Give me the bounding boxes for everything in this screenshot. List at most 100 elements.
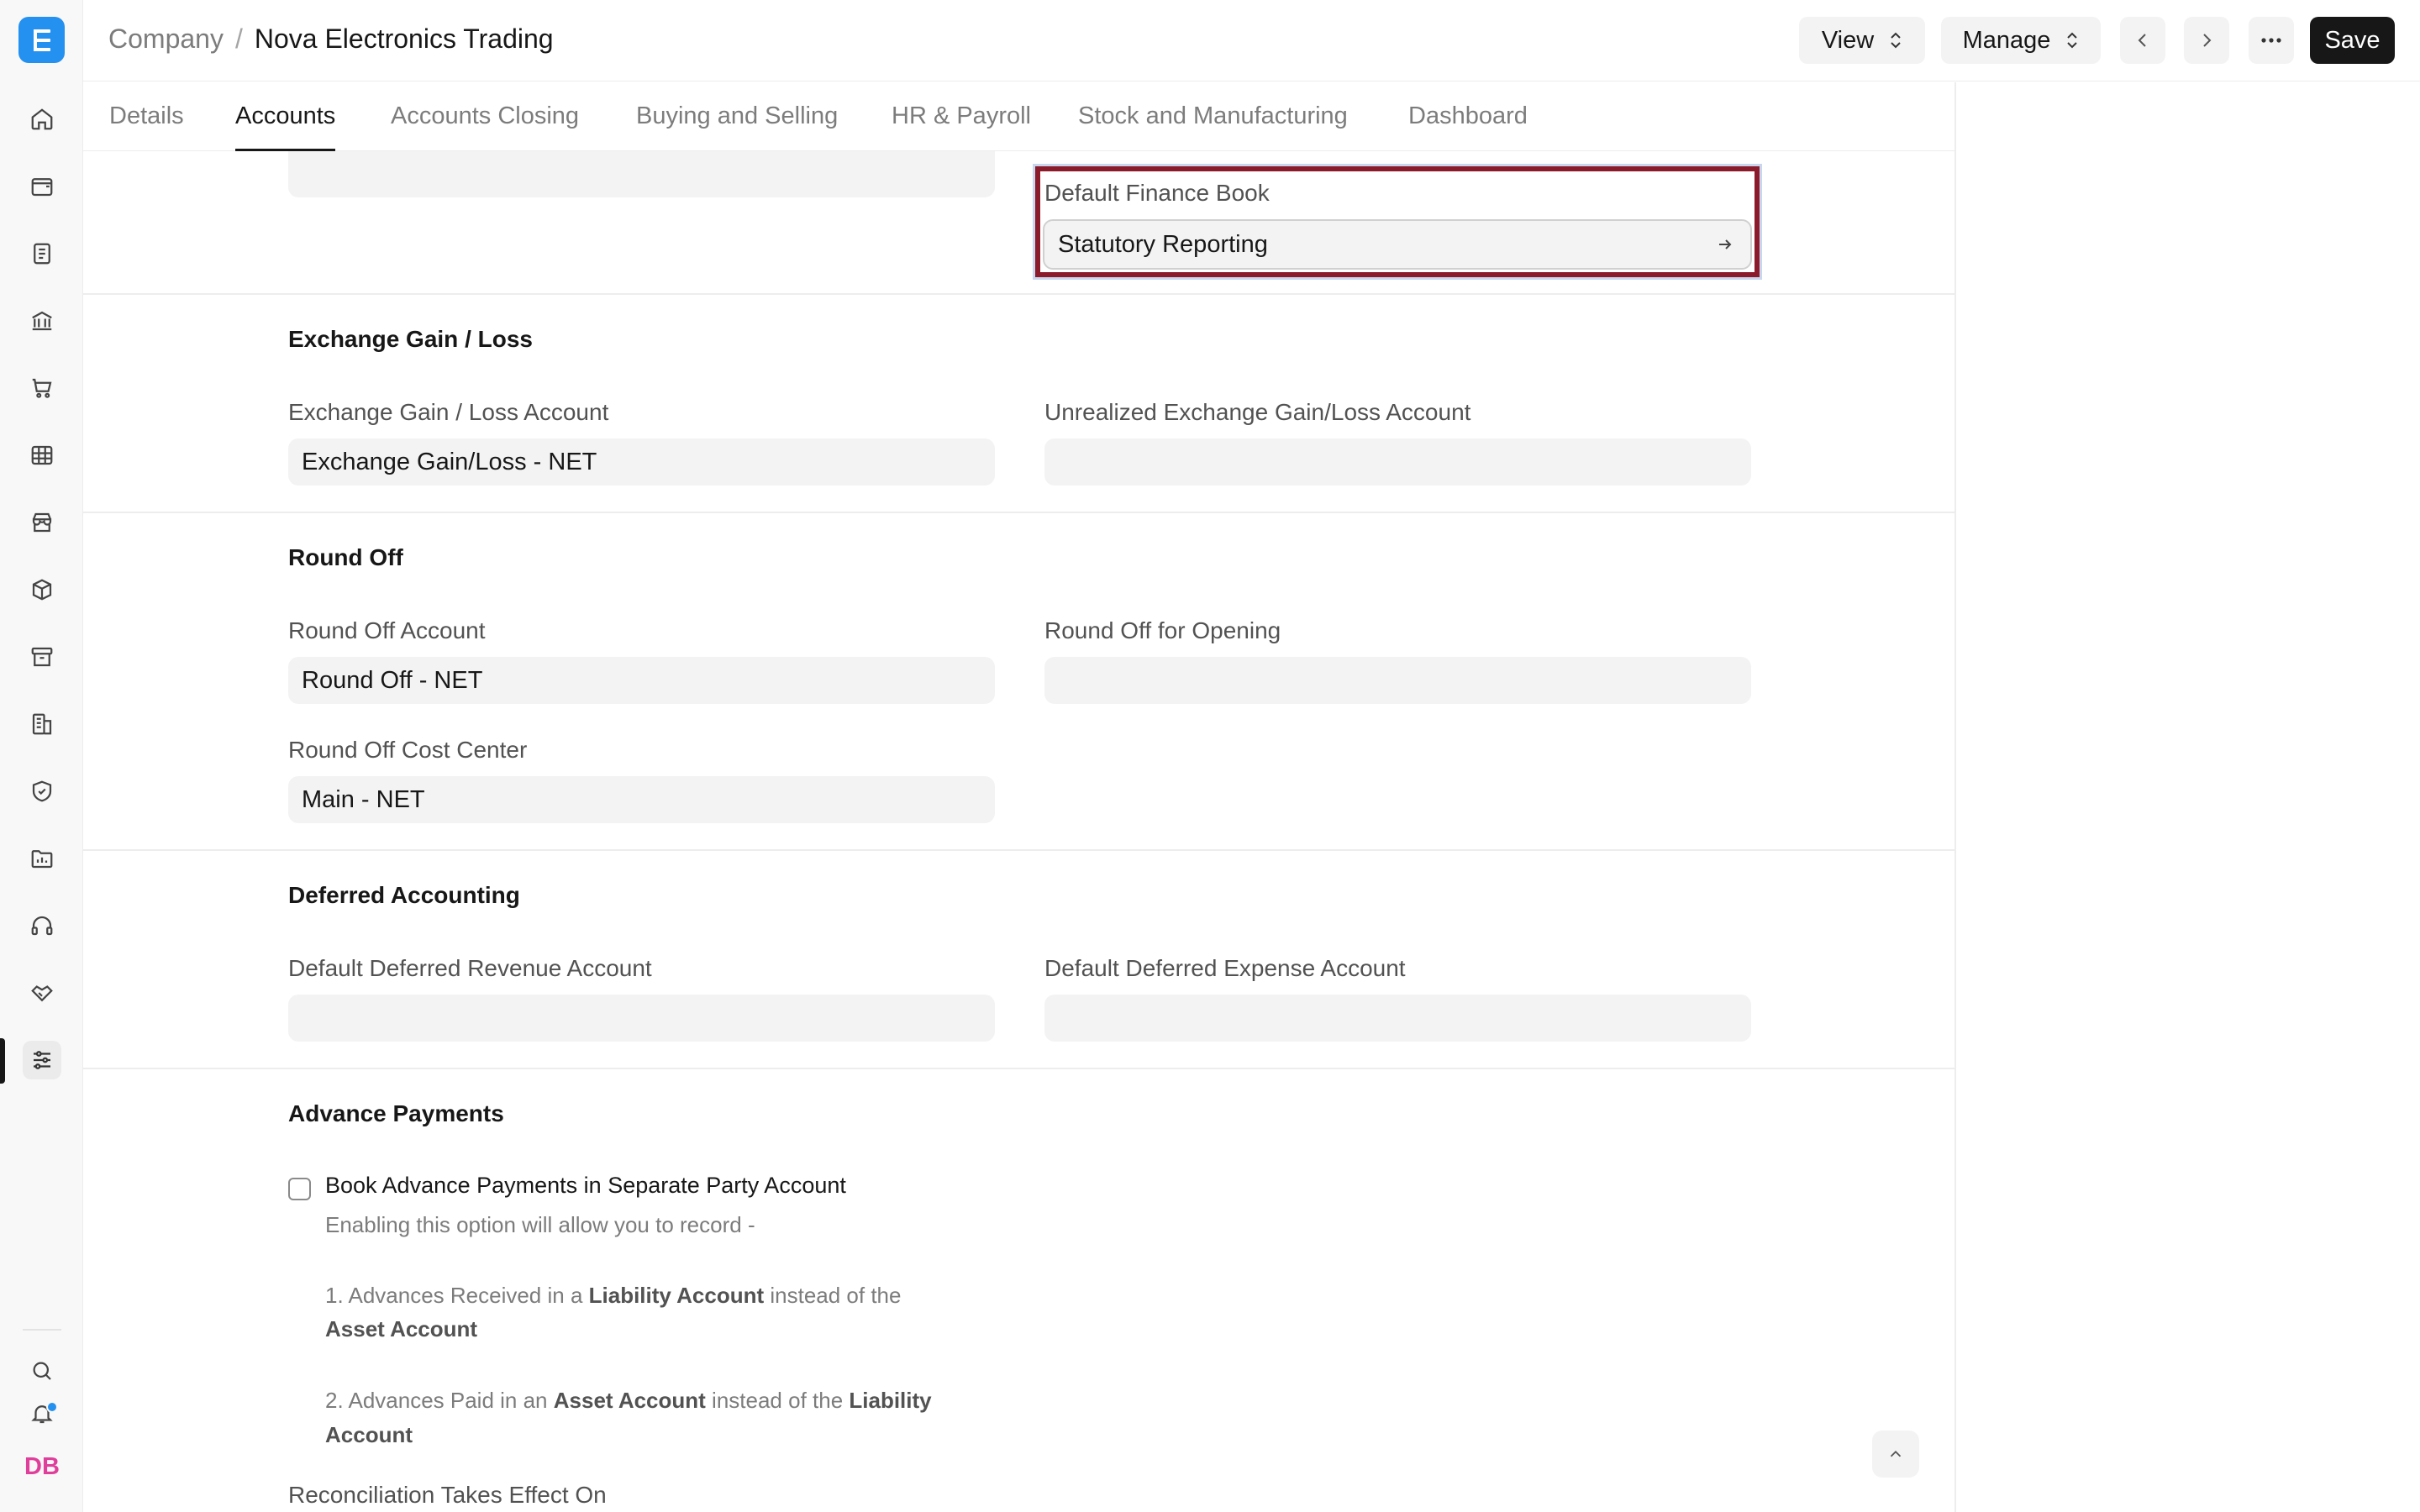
breadcrumb-parent[interactable]: Company — [108, 24, 224, 55]
deferred-expense-label: Default Deferred Expense Account — [1044, 955, 1406, 981]
table-icon[interactable] — [23, 436, 61, 475]
wallet-icon[interactable] — [23, 167, 61, 206]
bell-icon[interactable] — [23, 1394, 61, 1433]
line1-part-b: Liability Account — [588, 1283, 765, 1308]
store-icon[interactable] — [23, 503, 61, 542]
round-off-opening-input[interactable] — [1044, 657, 1751, 704]
round-off-account-value: Round Off - NET — [302, 666, 483, 694]
deferred-revenue-input[interactable] — [288, 995, 995, 1042]
chevron-left-icon — [2138, 34, 2146, 47]
page-header: Company / Nova Electronics Trading View … — [83, 0, 2420, 81]
round-off-cost-center-input[interactable]: Main - NET — [288, 776, 995, 823]
exchange-gain-loss-account-label: Exchange Gain / Loss Account — [288, 399, 609, 425]
avatar[interactable]: DB — [20, 1450, 64, 1483]
advance-description-line2: 2. Advances Paid in an Asset Account ins… — [325, 1383, 932, 1417]
handshake-icon[interactable] — [23, 974, 61, 1012]
next-record-button[interactable] — [2184, 17, 2229, 64]
arrow-right-icon[interactable] — [1715, 234, 1735, 255]
tab-stock-and-manufacturing[interactable]: Stock and Manufacturing — [1078, 102, 1348, 150]
document-icon[interactable] — [23, 234, 61, 273]
book-advance-payments-label[interactable]: Book Advance Payments in Separate Party … — [325, 1173, 846, 1199]
manage-button-label: Manage — [1962, 26, 2051, 54]
tab-accounts-closing[interactable]: Accounts Closing — [391, 102, 579, 150]
line2-part-e: Account — [325, 1422, 413, 1447]
default-finance-book-value: Statutory Reporting — [1058, 230, 1268, 258]
tab-buying-and-selling[interactable]: Buying and Selling — [636, 102, 838, 150]
line2-part-c: instead of the — [705, 1388, 850, 1413]
deferred-expense-input[interactable] — [1044, 995, 1751, 1042]
sidebar-panel-divider — [1954, 82, 1956, 1512]
tab-accounts[interactable]: Accounts — [235, 102, 336, 151]
active-nav-marker — [0, 1038, 5, 1084]
page-title: Nova Electronics Trading — [254, 24, 554, 54]
view-button-label: View — [1821, 26, 1875, 54]
exchange-gain-loss-account-input[interactable]: Exchange Gain/Loss - NET — [288, 438, 995, 486]
section-divider — [83, 293, 1955, 295]
chevron-right-icon — [2203, 34, 2212, 47]
app-logo[interactable] — [18, 17, 65, 63]
default-finance-book-label: Default Finance Book — [1044, 180, 1270, 206]
save-button-label: Save — [2324, 26, 2381, 54]
deferred-revenue-label: Default Deferred Revenue Account — [288, 955, 652, 981]
box-icon[interactable] — [23, 570, 61, 609]
exchange-gain-loss-account-value: Exchange Gain/Loss - NET — [302, 448, 597, 475]
bank-icon[interactable] — [23, 302, 61, 340]
line2-part-d: Liability — [849, 1388, 932, 1413]
form-tabs: Details Accounts Accounts Closing Buying… — [83, 82, 1955, 151]
exchange-section-title: Exchange Gain / Loss — [288, 326, 533, 352]
round-off-cost-center-label: Round Off Cost Center — [288, 737, 528, 763]
previous-record-button[interactable] — [2120, 17, 2165, 64]
line2-part-b: Asset Account — [553, 1388, 706, 1413]
book-advance-payments-checkbox[interactable] — [288, 1178, 311, 1200]
manage-button[interactable]: Manage — [1941, 17, 2101, 64]
default-finance-book-input[interactable]: Statutory Reporting — [1043, 219, 1752, 270]
round-off-opening-label: Round Off for Opening — [1044, 617, 1281, 643]
cart-icon[interactable] — [23, 369, 61, 407]
view-button[interactable]: View — [1799, 17, 1925, 64]
search-icon[interactable] — [23, 1352, 61, 1390]
shield-icon[interactable] — [23, 772, 61, 811]
more-options-button[interactable] — [2249, 17, 2294, 64]
notification-dot — [46, 1401, 58, 1413]
breadcrumb: Company / Nova Electronics Trading — [108, 24, 554, 55]
section-divider — [83, 1068, 1955, 1069]
headset-icon[interactable] — [23, 906, 61, 945]
building-icon[interactable] — [23, 705, 61, 743]
chevron-updown-icon — [2067, 32, 2078, 49]
section-divider — [83, 849, 1955, 851]
advance-description-intro: Enabling this option will allow you to r… — [325, 1212, 755, 1237]
line1-part-a: 1. Advances Received in a — [325, 1283, 589, 1308]
unrealized-exchange-input[interactable] — [1044, 438, 1751, 486]
line1-part-c: instead of the — [764, 1283, 902, 1308]
advance-description-line1-cont: Asset Account — [325, 1312, 477, 1346]
round-off-account-label: Round Off Account — [288, 617, 486, 643]
scroll-to-top-button[interactable] — [1872, 1431, 1919, 1478]
save-button[interactable]: Save — [2310, 17, 2395, 64]
tab-details[interactable]: Details — [109, 102, 184, 150]
more-dots-icon — [2261, 38, 2281, 43]
tab-hr-payroll[interactable]: HR & Payroll — [892, 102, 1031, 150]
line2-part-a: 2. Advances Paid in an — [325, 1388, 554, 1413]
sidebar: DB — [0, 0, 83, 1512]
tab-dashboard[interactable]: Dashboard — [1408, 102, 1528, 150]
previous-field-input[interactable] — [288, 151, 995, 197]
advance-description-line2-cont: Account — [325, 1418, 413, 1452]
round-off-cost-center-value: Main - NET — [302, 785, 425, 813]
unrealized-exchange-label: Unrealized Exchange Gain/Loss Account — [1044, 399, 1471, 425]
advance-section-title: Advance Payments — [288, 1100, 504, 1126]
sidebar-divider — [23, 1329, 61, 1331]
settings-sliders-icon[interactable] — [23, 1041, 61, 1079]
round-off-account-input[interactable]: Round Off - NET — [288, 657, 995, 704]
breadcrumb-separator: / — [234, 24, 243, 54]
chevron-updown-icon — [1891, 32, 1901, 49]
logo-e-icon — [33, 29, 50, 51]
chevron-up-icon — [1890, 1450, 1902, 1457]
deferred-section-title: Deferred Accounting — [288, 882, 520, 908]
home-icon[interactable] — [23, 100, 61, 139]
line1-part-d: Asset Account — [325, 1316, 478, 1341]
advance-description-line1: 1. Advances Received in a Liability Acco… — [325, 1278, 901, 1312]
section-divider — [83, 512, 1955, 513]
archive-icon[interactable] — [23, 638, 61, 676]
reconciliation-label: Reconciliation Takes Effect On — [288, 1482, 607, 1508]
folder-chart-icon[interactable] — [23, 839, 61, 878]
